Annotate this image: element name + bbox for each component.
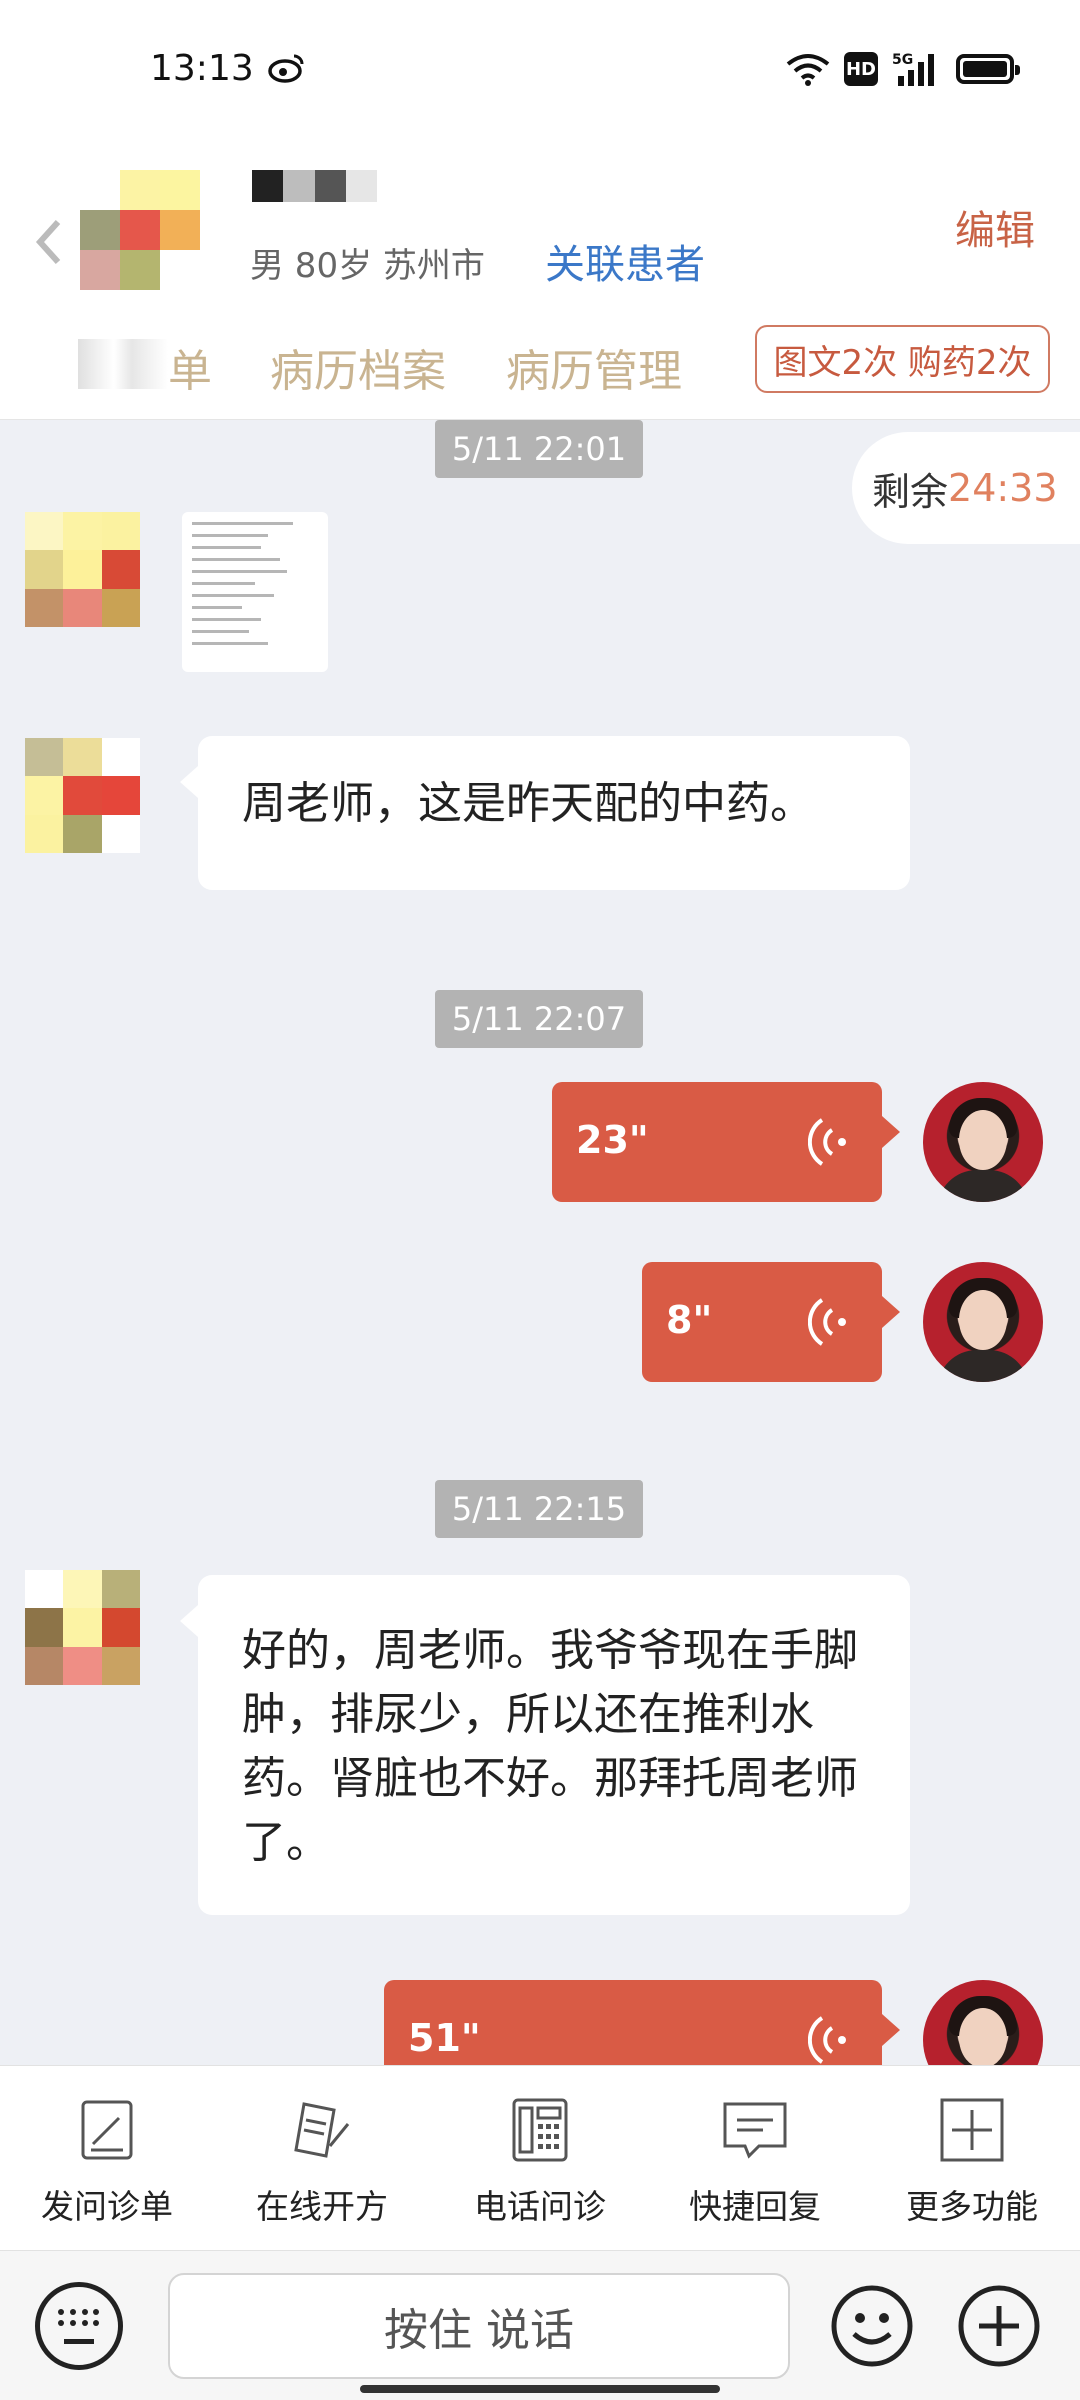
remaining-time: 剩余 24:33 — [852, 432, 1080, 544]
send-form-button[interactable]: 发问诊单 — [7, 2094, 207, 2228]
voice-wave-icon — [808, 1118, 846, 1166]
function-toolbar: 发问诊单 在线开方 电话问诊 快捷回复 更多功能 — [0, 2065, 1080, 2250]
tab-form[interactable]: 单 — [168, 335, 212, 399]
voice-duration: 23" — [576, 1118, 649, 1162]
phone-consult-button[interactable]: 电话问诊 — [440, 2094, 640, 2228]
tab-medical-record[interactable]: 病历档案 — [270, 335, 446, 399]
toolbar-label: 发问诊单 — [41, 2187, 173, 2226]
voice-message[interactable]: 23" — [552, 1082, 900, 1202]
voice-wave-icon — [808, 2016, 846, 2064]
toolbar-label: 电话问诊 — [474, 2187, 606, 2226]
battery-icon — [956, 54, 1020, 84]
edit-button[interactable]: 编辑 — [955, 198, 1035, 256]
patient-avatar[interactable] — [80, 170, 200, 290]
signal-5g-icon: 5G — [892, 52, 934, 86]
back-icon[interactable] — [30, 202, 70, 282]
hd-badge: HD — [844, 52, 878, 86]
more-plus-icon — [940, 2098, 1004, 2162]
form-edit-icon — [81, 2100, 133, 2160]
toolbar-label: 在线开方 — [256, 2187, 388, 2226]
timestamp: 5/11 22:15 — [435, 1480, 643, 1538]
quota-badge[interactable]: 图文2次 购药2次 — [755, 325, 1050, 393]
link-patient-link[interactable]: 关联患者 — [545, 232, 705, 290]
patient-name-redacted — [252, 170, 377, 202]
status-icons: HD 5G — [786, 50, 1020, 88]
voice-duration: 51" — [408, 2016, 481, 2060]
status-bar: 13:13 HD 5G — [0, 0, 1080, 140]
remaining-value: 24:33 — [948, 466, 1058, 510]
chat-header: 男 80岁 苏州市 关联患者 编辑 单 病历档案 病历管理 图文2次 购药2次 — [0, 140, 1080, 420]
voice-message[interactable]: 8" — [642, 1262, 900, 1382]
quick-reply-button[interactable]: 快捷回复 — [655, 2094, 855, 2228]
voice-wave-icon — [808, 1298, 846, 1346]
voice-duration: 8" — [666, 1298, 713, 1342]
patient-avatar[interactable] — [25, 512, 140, 627]
remaining-label: 剩余 — [872, 469, 949, 514]
text-message[interactable]: 周老师，这是昨天配的中药。 — [180, 736, 910, 890]
plus-icon[interactable] — [955, 2282, 1043, 2370]
prescription-icon — [294, 2102, 350, 2158]
patient-avatar[interactable] — [25, 1570, 140, 1685]
timestamp: 5/11 22:07 — [435, 990, 643, 1048]
hold-to-talk-button[interactable]: 按住 说话 — [168, 2273, 790, 2379]
quick-reply-icon — [723, 2102, 787, 2159]
chat-area[interactable]: 5/11 22:01 剩余 24:33 周老师，这是昨天配的中药。 5/11 22… — [0, 420, 1080, 2065]
online-prescription-button[interactable]: 在线开方 — [222, 2094, 422, 2228]
status-time: 13:13 — [150, 48, 254, 89]
doctor-avatar[interactable] — [923, 1262, 1043, 1382]
home-indicator[interactable] — [360, 2385, 720, 2393]
doctor-avatar[interactable] — [923, 1980, 1043, 2065]
patient-avatar[interactable] — [25, 738, 140, 853]
timestamp: 5/11 22:01 — [435, 420, 643, 478]
weibo-icon — [268, 54, 304, 83]
wifi-icon — [786, 54, 830, 86]
more-functions-button[interactable]: 更多功能 — [872, 2094, 1072, 2228]
tab-record-management[interactable]: 病历管理 — [506, 335, 682, 399]
doctor-avatar[interactable] — [923, 1082, 1043, 1202]
toolbar-label: 快捷回复 — [689, 2187, 821, 2226]
voice-message[interactable]: 51" — [384, 1980, 900, 2065]
toolbar-label: 更多功能 — [906, 2187, 1038, 2226]
tab-redacted — [78, 339, 168, 389]
emoji-icon[interactable] — [828, 2282, 916, 2370]
image-message[interactable] — [182, 512, 328, 672]
phone-icon — [512, 2098, 568, 2162]
patient-meta: 男 80岁 苏州市 — [250, 246, 485, 286]
text-message[interactable]: 好的，周老师。我爷爷现在手脚肿，排尿少，所以还在推利水药。肾脏也不好。那拜托周老… — [180, 1575, 910, 1915]
svg-text:5G: 5G — [892, 52, 913, 68]
input-bar: 按住 说话 — [0, 2250, 1080, 2400]
keyboard-icon[interactable] — [35, 2282, 123, 2370]
